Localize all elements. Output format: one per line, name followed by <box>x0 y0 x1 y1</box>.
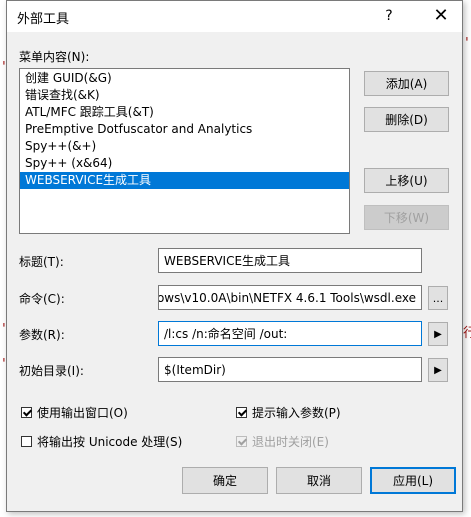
apply-button[interactable]: 应用(L) <box>370 467 456 494</box>
checkbox-unchecked-icon[interactable] <box>21 436 32 447</box>
initial-directory-label: 初始目录(I): <box>19 364 84 378</box>
dialog-title: 外部工具 <box>17 12 70 27</box>
treat-output-unicode-checkbox[interactable]: 将输出按 Unicode 处理(S) <box>21 433 182 450</box>
background-text-fragment: 'y <box>463 36 471 51</box>
close-icon[interactable]: ✕ <box>426 3 456 29</box>
arguments-input[interactable]: /l:cs /n:命名空间 /out: <box>158 321 422 346</box>
list-item-selected[interactable]: WEBSERVICE生成工具 <box>20 172 349 189</box>
arguments-field-label: 参数(R): <box>19 328 65 342</box>
list-item[interactable]: Spy++ (x&64) <box>20 155 349 172</box>
checkbox-checked-icon <box>236 436 247 447</box>
delete-button[interactable]: 删除(D) <box>364 107 449 132</box>
checkbox-checked-icon[interactable] <box>21 407 32 418</box>
use-output-window-checkbox[interactable]: 使用输出窗口(O) <box>21 404 128 421</box>
cancel-button[interactable]: 取消 <box>276 467 362 494</box>
arrow-right-icon: ▶ <box>434 364 442 376</box>
list-item[interactable]: 错误查找(&K) <box>20 87 349 104</box>
initial-directory-macro-button[interactable]: ▶ <box>428 358 448 382</box>
checkbox-checked-icon[interactable] <box>236 407 247 418</box>
command-input[interactable]: ows\v10.0A\bin\NETFX 4.6.1 Tools\wsdl.ex… <box>158 285 422 310</box>
list-item[interactable]: ATL/MFC 跟踪工具(&T) <box>20 104 349 121</box>
arguments-macro-button[interactable]: ▶ <box>428 322 448 346</box>
background-text-fragment: 行 <box>463 326 471 341</box>
menu-contents-label: 菜单内容(N): <box>19 50 90 64</box>
help-icon[interactable]: ? <box>378 5 400 27</box>
menu-contents-list[interactable]: 创建 GUID(&G) 错误查找(&K) ATL/MFC 跟踪工具(&T) Pr… <box>19 68 350 234</box>
title-input[interactable]: WEBSERVICE生成工具 <box>158 248 422 273</box>
title-bar[interactable]: 外部工具 ? ✕ <box>7 1 462 32</box>
ellipsis-icon: ... <box>432 291 444 305</box>
list-item[interactable]: 创建 GUID(&G) <box>20 70 349 87</box>
initial-directory-input[interactable]: $(ItemDir) <box>158 357 422 382</box>
add-button[interactable]: 添加(A) <box>364 71 449 96</box>
list-item[interactable]: PreEmptive Dotfuscator and Analytics <box>20 121 349 138</box>
prompt-arguments-checkbox[interactable]: 提示输入参数(P) <box>236 404 341 421</box>
list-item[interactable]: Spy++(&+) <box>20 138 349 155</box>
title-field-label: 标题(T): <box>19 255 64 269</box>
move-down-button[interactable]: 下移(W) <box>364 205 449 230</box>
browse-button[interactable]: ... <box>428 286 448 310</box>
move-up-button[interactable]: 上移(U) <box>364 168 449 193</box>
ok-button[interactable]: 确定 <box>182 467 268 494</box>
external-tools-dialog: 外部工具 ? ✕ 菜单内容(N): 创建 GUID(&G) 错误查找(&K) A… <box>6 0 463 512</box>
arrow-right-icon: ▶ <box>434 328 442 340</box>
close-on-exit-checkbox: 退出时关闭(E) <box>236 433 329 450</box>
command-field-label: 命令(C): <box>19 292 65 306</box>
